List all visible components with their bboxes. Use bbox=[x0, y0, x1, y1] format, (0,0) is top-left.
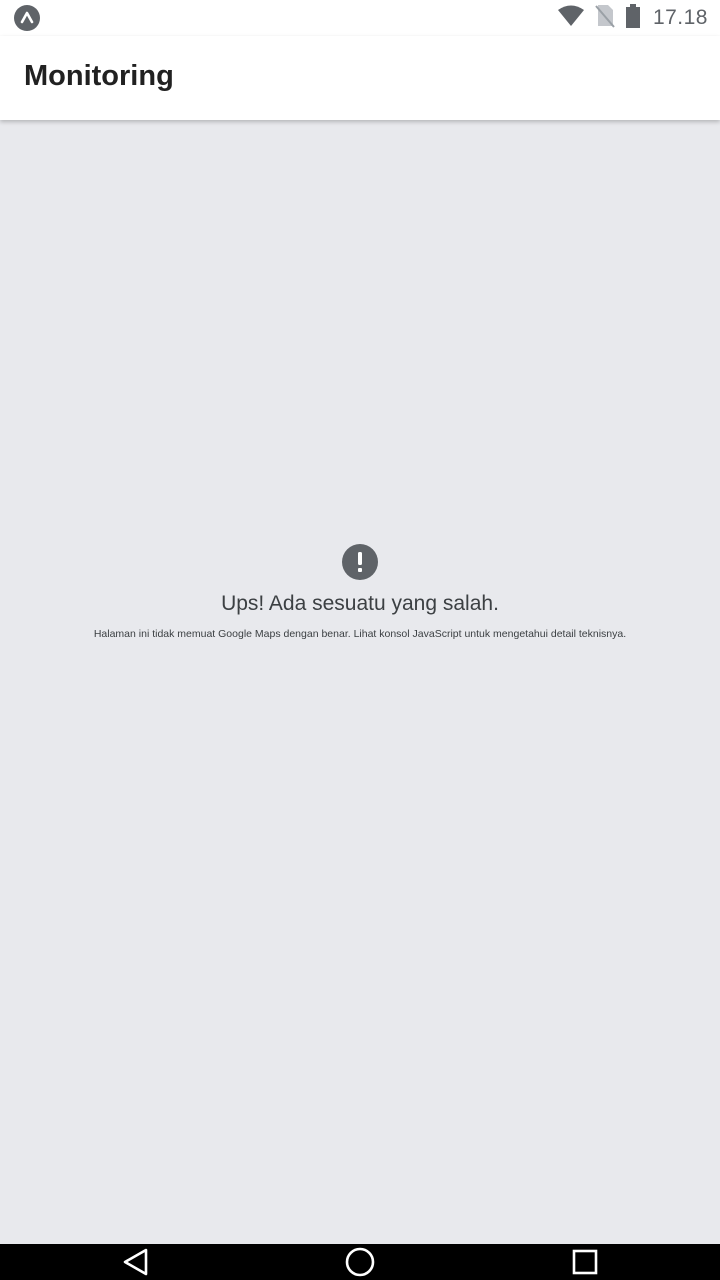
page-title: Monitoring bbox=[24, 60, 174, 92]
back-icon[interactable] bbox=[106, 1244, 166, 1280]
status-bar: 17.18 bbox=[0, 0, 720, 36]
exclamation-icon bbox=[342, 544, 378, 580]
navigation-bar bbox=[0, 1244, 720, 1280]
battery-icon bbox=[625, 3, 641, 33]
map-view[interactable]: Ups! Ada sesuatu yang salah. Halaman ini… bbox=[0, 120, 720, 1244]
home-icon[interactable] bbox=[330, 1244, 390, 1280]
status-icons: 17.18 bbox=[547, 0, 708, 36]
screen: 17.18 Monitoring Ups! Ada sesuatu yang s… bbox=[0, 0, 720, 1280]
wifi-icon bbox=[557, 5, 585, 32]
map-error-message: Ups! Ada sesuatu yang salah. Halaman ini… bbox=[0, 544, 720, 640]
error-title: Ups! Ada sesuatu yang salah. bbox=[221, 592, 499, 615]
no-sim-icon bbox=[595, 4, 615, 33]
app-notification-icon bbox=[14, 5, 40, 31]
recents-icon[interactable] bbox=[555, 1244, 615, 1280]
status-time: 17.18 bbox=[652, 6, 708, 29]
app-bar: Monitoring bbox=[0, 36, 720, 120]
error-description: Halaman ini tidak memuat Google Maps den… bbox=[93, 628, 627, 640]
